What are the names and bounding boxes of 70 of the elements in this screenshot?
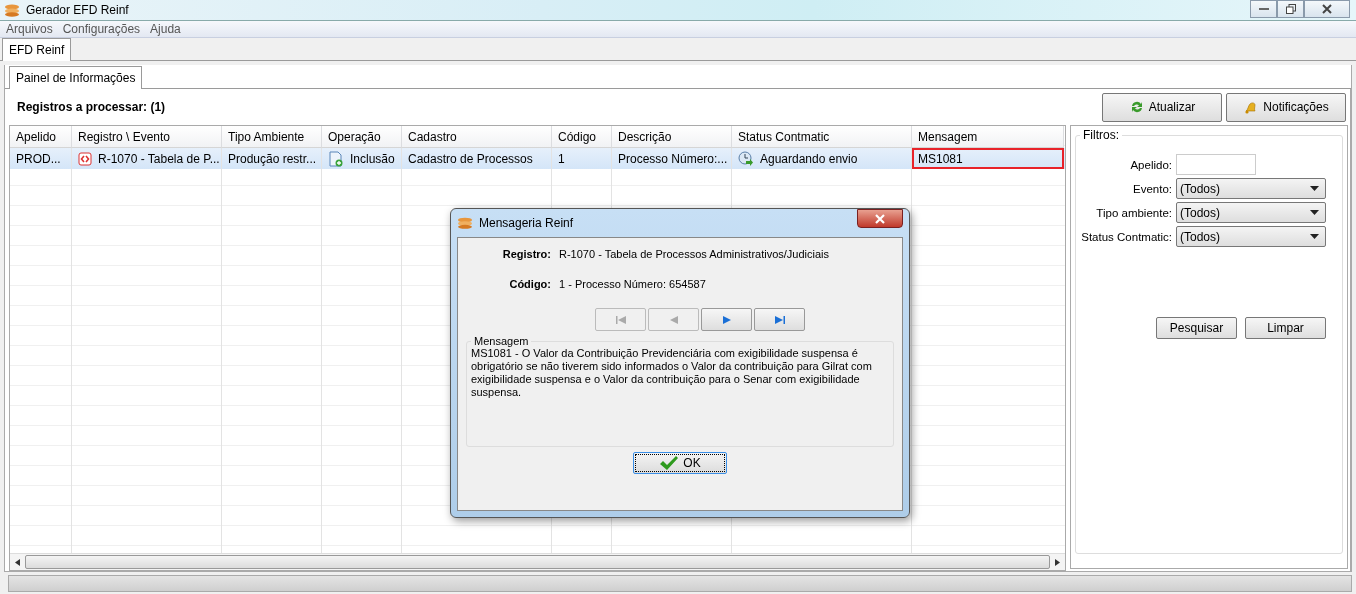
cell-text: Produção restr... [228,151,317,166]
field-label: Status Contmatic: [1081,230,1172,243]
search-button[interactable]: Pesquisar [1156,317,1237,340]
scroll-right-icon[interactable] [1055,558,1060,566]
notifications-button[interactable]: Notificações [1226,92,1346,122]
cell-text: Aguardando envio [760,151,858,166]
cell-text: MS1081 [918,151,963,166]
close-button[interactable] [857,209,903,228]
dropdown[interactable]: (Todos) [1176,226,1326,248]
clear-button[interactable]: Limpar [1245,317,1326,340]
skip-icon [772,314,787,325]
checkmark-icon [659,455,680,471]
minimize-button[interactable] [1250,0,1277,18]
close-icon [875,213,885,224]
table-row[interactable]: PROD... R-1070 - Tabela de P... Produção restr... Inclusão Cadastro de Processos 1 Processo Número:... Aguardando envio MS1081 [10,148,1065,170]
last-button[interactable] [754,308,805,331]
column-header[interactable]: Status Contmatic [732,126,912,149]
dropdown-arrow-icon [1310,210,1319,216]
close-button[interactable] [1304,0,1350,18]
refresh-button[interactable]: Atualizar [1102,92,1222,122]
column-header[interactable]: Código [552,126,612,149]
records-count-label: Registros a processar: (1) [17,100,166,115]
horizontal-scrollbar[interactable] [10,553,1065,571]
menu-item[interactable]: Arquivos [6,22,53,37]
column-header[interactable]: Registro \ Evento [72,126,222,149]
close-icon [1322,4,1332,14]
cell-text: Processo Número:... [618,151,728,166]
next-button[interactable] [701,308,752,331]
cell-text: 1 [558,151,565,166]
dropdown[interactable]: (Todos) [1176,178,1326,200]
menu-item[interactable]: Ajuda [150,22,181,37]
cell-text: Cadastro de Processos [408,151,533,166]
cell-text: PROD... [16,151,61,166]
code-icon [78,151,92,166]
scroll-left-icon[interactable] [15,558,20,566]
filters-title: Filtros: [1082,128,1120,143]
app-logo-icon [457,217,473,229]
skip-icon [613,314,628,325]
field-value: R-1070 - Tabela de Processos Administrativos/Judiciais [559,248,830,262]
column-header[interactable]: Cadastro [402,126,552,149]
dropdown[interactable]: (Todos) [1176,202,1326,224]
column-header[interactable]: Descrição [612,126,732,149]
dropdown-arrow-icon [1310,234,1319,240]
cell-text: R-1070 - Tabela de P... [98,151,220,166]
window-title: Gerador EFD Reinf [26,3,129,17]
app-logo-icon [4,3,20,17]
ok-button[interactable]: OK [633,452,727,474]
restore-icon [1285,4,1296,14]
message-text: MS1081 - O Valor da Contribuição Previdenciária com exigibilidade suspensa é obrigatório se não tiverem sido informados o Valor da contribuição para Gilrat com exigibilidade suspensa e o Valor da contribuição para o Senar com exigibilidade suspensa. [471,347,873,399]
restore-button[interactable] [1277,0,1304,18]
dropdown-arrow-icon [1310,186,1319,192]
tab[interactable]: Painel de Informações [9,66,143,90]
tab[interactable]: EFD Reinf [2,38,72,62]
column-header[interactable]: Apelido [10,126,72,149]
cell-text: Inclusão [350,151,395,166]
menu-item[interactable]: Configurações [62,22,141,37]
field-value: 1 - Processo Número: 654587 [559,278,706,292]
field-label: Tipo ambiente: [1095,206,1172,219]
field-label: Evento: [1132,182,1172,195]
field-label: Código: [508,278,551,292]
minimize-icon [1258,7,1269,11]
column-header[interactable]: Mensagem [912,126,1064,149]
column-header[interactable]: Tipo Ambiente [222,126,322,149]
message-title: Mensagem [473,335,530,347]
document-add-icon [328,150,344,167]
field-label: Apelido: [1129,158,1172,171]
dialog-title: Mensageria Reinf [479,216,574,230]
field-label: Registro: [501,248,551,262]
input-field[interactable] [1176,154,1256,176]
column-header[interactable]: Operação [322,126,402,149]
